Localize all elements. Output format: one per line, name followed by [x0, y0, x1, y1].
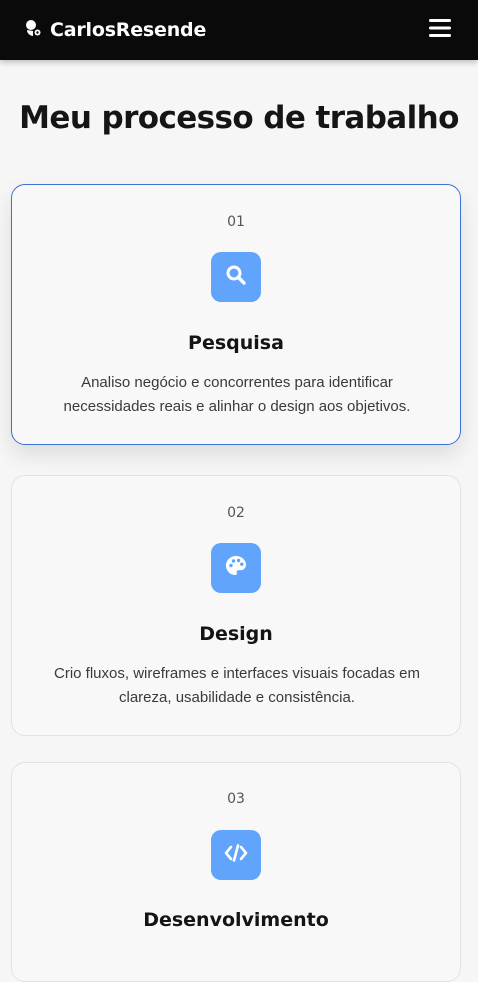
step-number: 01: [227, 214, 245, 230]
menu-button[interactable]: [428, 18, 452, 42]
step-description: Analiso negócio e concorrentes para iden…: [63, 374, 411, 415]
navbar: CarlosResende: [0, 0, 478, 60]
step-title: Pesquisa: [188, 332, 284, 354]
search-icon: [225, 264, 247, 291]
step-number: 03: [227, 791, 245, 807]
step-icon-box: [211, 830, 261, 880]
person-icon: [24, 19, 42, 42]
process-card-pesquisa[interactable]: 01 Pesquisa Analiso negócio e concorrent…: [11, 184, 461, 445]
step-title: Design: [199, 623, 273, 645]
palette-icon: [224, 554, 248, 583]
process-card-desenvolvimento[interactable]: 03 Desenvolvimento: [11, 762, 461, 982]
page-title: Meu processo de trabalho: [19, 100, 459, 136]
process-card-design[interactable]: 02 Design Crio fluxos, wireframes e inte…: [11, 475, 461, 736]
step-number: 02: [227, 505, 245, 521]
step-icon-box: [211, 543, 261, 593]
hamburger-icon: [429, 18, 451, 43]
code-icon: [224, 843, 248, 868]
step-title: Desenvolvimento: [143, 909, 329, 931]
brand-logo[interactable]: CarlosResende: [24, 19, 206, 42]
step-icon-box: [211, 252, 261, 302]
brand-name: CarlosResende: [50, 19, 207, 41]
step-description: Crio fluxos, wireframes e interfaces vis…: [54, 665, 420, 706]
